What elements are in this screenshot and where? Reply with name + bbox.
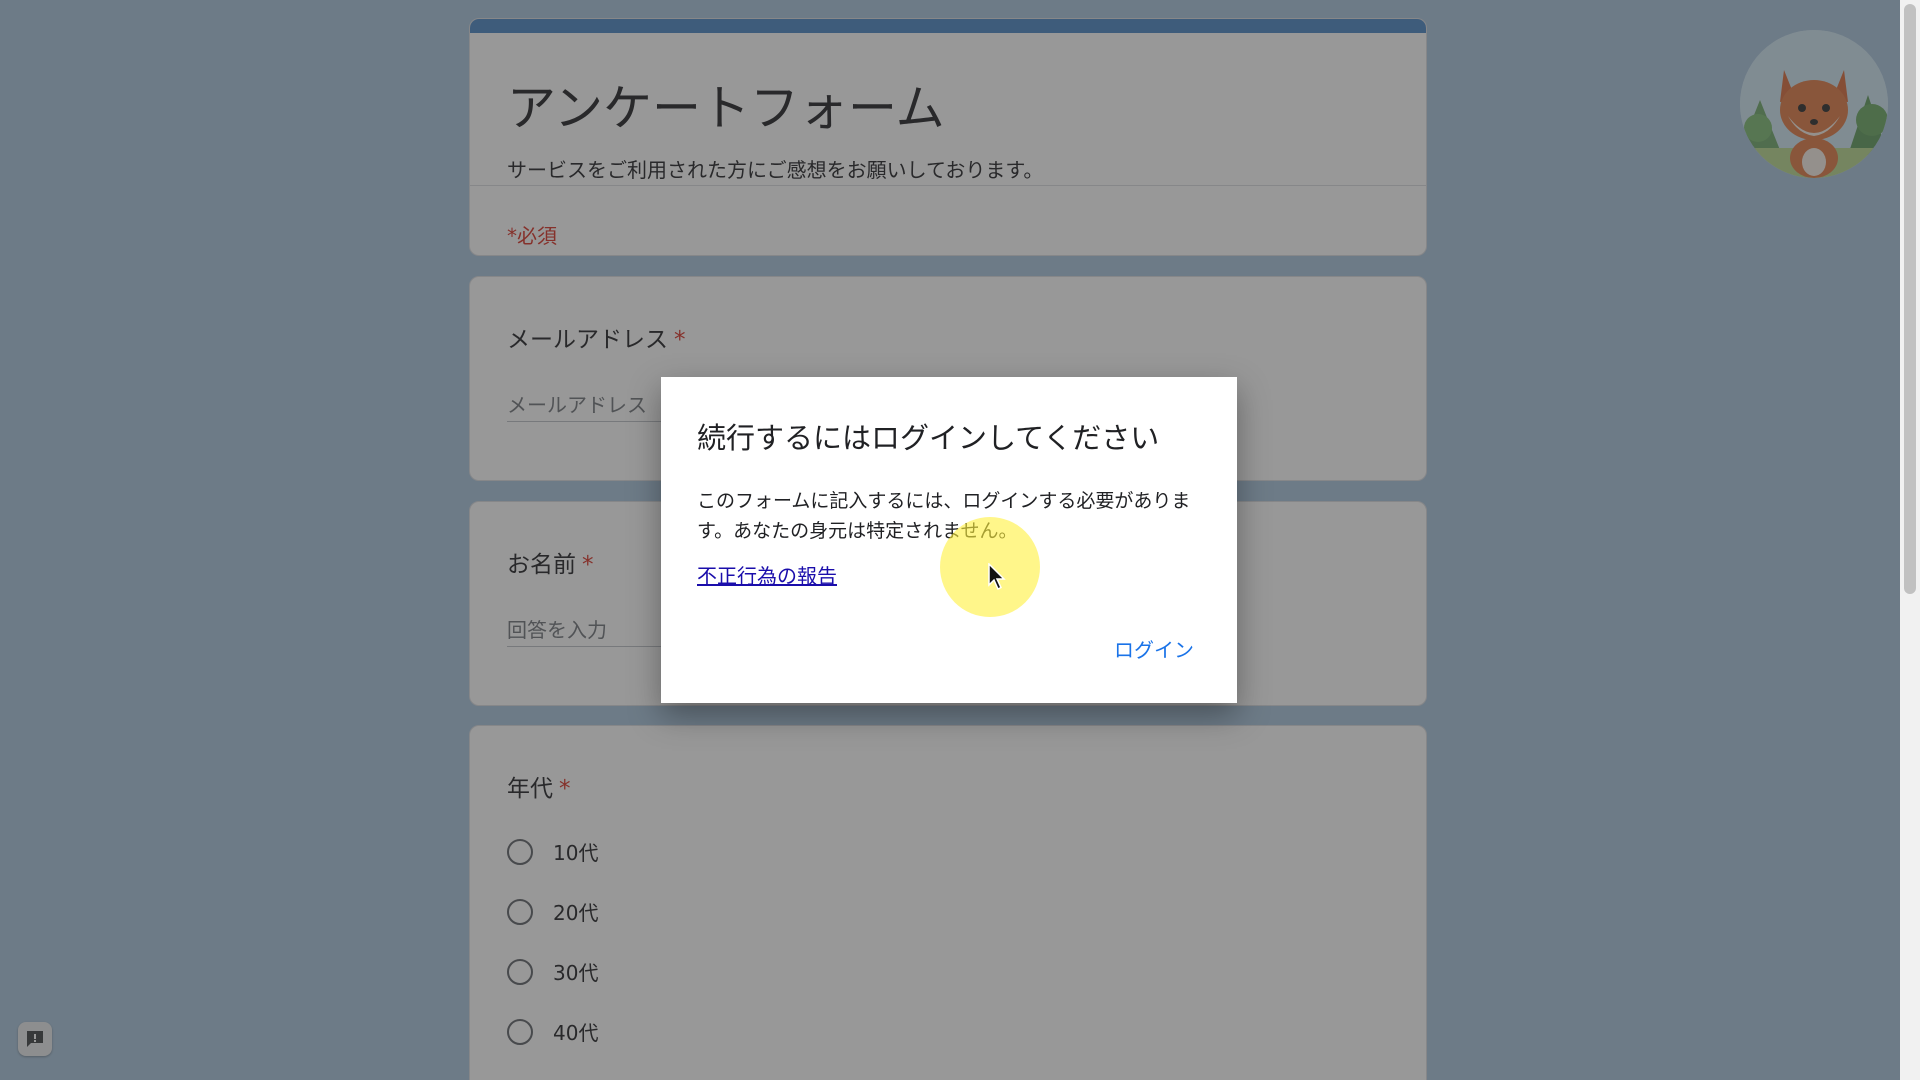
scrollbar-thumb[interactable] <box>1904 4 1916 594</box>
report-abuse-link[interactable]: 不正行為の報告 <box>697 560 837 589</box>
login-button[interactable]: ログイン <box>1106 630 1202 667</box>
dialog-title: 続行するにはログインしてください <box>697 421 1160 455</box>
mouse-pointer-icon <box>988 562 1006 591</box>
page-scrollbar[interactable] <box>1900 0 1920 1080</box>
